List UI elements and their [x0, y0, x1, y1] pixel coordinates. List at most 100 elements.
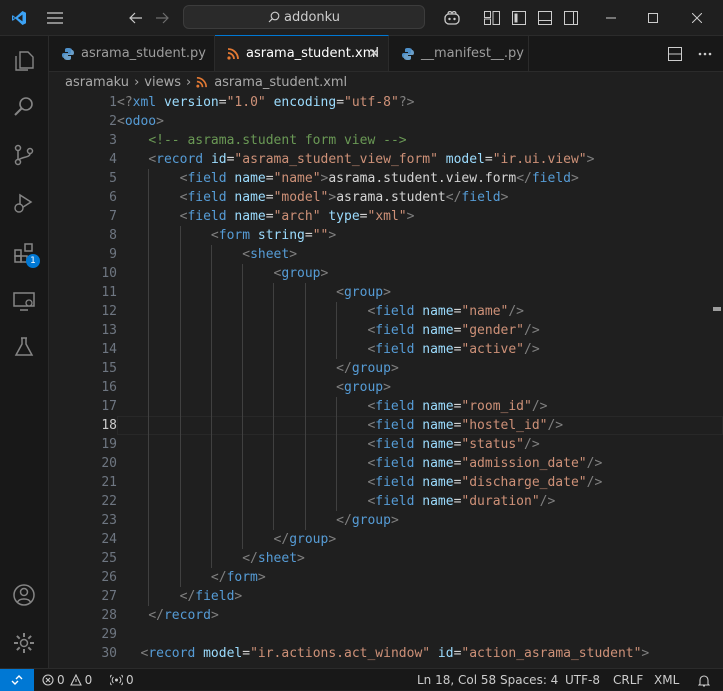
code-content: </form>: [117, 568, 266, 587]
vscode-logo-icon: [8, 0, 30, 35]
menu-icon[interactable]: [42, 0, 68, 35]
code-line[interactable]: 12 <field name="name"/>: [49, 302, 723, 321]
search-view-icon[interactable]: [0, 84, 48, 130]
more-actions-icon[interactable]: [693, 36, 717, 71]
code-line[interactable]: 17 <field name="room_id"/>: [49, 397, 723, 416]
end-of-line[interactable]: CRLF: [613, 669, 643, 691]
code-line[interactable]: 30 <record model="ir.actions.act_window"…: [49, 644, 723, 663]
manage-gear-icon[interactable]: [0, 620, 48, 666]
code-token: id: [210, 152, 227, 167]
code-line[interactable]: 26 </form>: [49, 568, 723, 587]
code-line[interactable]: 1 <?xml version="1.0" encoding="utf-8"?>: [49, 93, 723, 112]
back-arrow-icon[interactable]: [126, 0, 146, 35]
forward-arrow-icon[interactable]: [152, 0, 172, 35]
line-number: 2: [109, 114, 117, 129]
line-number: 21: [101, 475, 117, 490]
code-line[interactable]: 19 <field name="status"/>: [49, 435, 723, 454]
code-line[interactable]: 15 </group>: [49, 359, 723, 378]
code-token: "arch": [273, 209, 321, 224]
language-mode[interactable]: XML: [654, 669, 679, 691]
close-tab-icon[interactable]: ✕: [368, 46, 380, 62]
code-token: >: [383, 285, 391, 300]
code-line[interactable]: 22 <field name="duration"/>: [49, 492, 723, 511]
breadcrumb-file[interactable]: asrama_student.xml: [214, 75, 347, 90]
toggle-bottom-panel-icon[interactable]: [534, 0, 556, 35]
code-line[interactable]: 16 <group>: [49, 378, 723, 397]
code-token: field: [195, 589, 235, 604]
code-token: name: [234, 209, 266, 224]
code-line[interactable]: 14 <field name="active"/>: [49, 340, 723, 359]
code-line[interactable]: 13 <field name="gender"/>: [49, 321, 723, 340]
code-token: record: [156, 152, 204, 167]
line-number: 28: [101, 608, 117, 623]
code-line[interactable]: 11 <group>: [49, 283, 723, 302]
code-token: encoding: [273, 95, 337, 110]
code-line[interactable]: 25 </sheet>: [49, 549, 723, 568]
code-line[interactable]: 29: [49, 625, 723, 644]
close-window-icon[interactable]: [682, 0, 712, 35]
tab-manifest-py[interactable]: __manifest__.py: [389, 36, 529, 71]
extensions-icon[interactable]: 1: [0, 230, 48, 276]
testing-flask-icon[interactable]: [0, 324, 48, 370]
code-line[interactable]: 6 <field name="model">asrama.student</fi…: [49, 188, 723, 207]
encoding[interactable]: UTF-8: [565, 669, 600, 691]
tab-asrama-student-xml[interactable]: asrama_student.xml ✕: [215, 35, 389, 71]
source-control-icon[interactable]: [0, 132, 48, 178]
code-token: group: [343, 285, 384, 300]
code-line[interactable]: 2 <odoo>: [49, 112, 723, 131]
run-debug-icon[interactable]: [0, 180, 48, 226]
code-token: </: [336, 513, 352, 528]
split-editor-icon[interactable]: [663, 36, 687, 71]
problems-indicator[interactable]: 0 0: [42, 669, 92, 691]
code-token: "active": [461, 342, 525, 357]
code-line[interactable]: 4 <record id = "asrama_student_view_form" …: [49, 150, 723, 169]
code-token: />: [524, 323, 540, 338]
code-token: </: [179, 589, 196, 604]
maximize-icon[interactable]: [638, 0, 668, 35]
indentation[interactable]: Spaces: 4: [500, 669, 558, 691]
code-line[interactable]: 27 </field>: [49, 587, 723, 606]
ports-indicator[interactable]: 0: [110, 669, 134, 691]
code-line[interactable]: 18 <field name="hostel_id"/>: [49, 416, 723, 435]
code-line[interactable]: 10 <group>: [49, 264, 723, 283]
code-token: sheet: [250, 247, 290, 262]
breadcrumb-folder-asramaku[interactable]: asramaku: [65, 75, 129, 90]
toggle-primary-sidebar-icon[interactable]: [481, 0, 503, 35]
code-token: "hostel_id": [461, 418, 548, 433]
code-token: name: [422, 437, 454, 452]
code-line[interactable]: 20 <field name="admission_date"/>: [49, 454, 723, 473]
code-line[interactable]: 3 <!-- asrama.student form view -->: [49, 131, 723, 150]
accounts-icon[interactable]: [0, 572, 48, 618]
code-token: name: [422, 456, 454, 471]
tab-asrama-student-py[interactable]: asrama_student.py: [49, 36, 215, 71]
code-token: record: [163, 608, 211, 623]
code-line[interactable]: 24 </group>: [49, 530, 723, 549]
remote-explorer-icon[interactable]: [0, 278, 48, 324]
copilot-icon[interactable]: [440, 0, 464, 35]
code-line[interactable]: 23 </group>: [49, 511, 723, 530]
toggle-secondary-sidebar-icon[interactable]: [560, 0, 582, 35]
code-editor[interactable]: 1 <?xml version="1.0" encoding="utf-8"?> 2…: [49, 93, 723, 668]
code-token: field: [375, 342, 415, 357]
command-center-search[interactable]: addonku: [183, 5, 425, 29]
code-token: field: [375, 399, 415, 414]
code-line[interactable]: 21 <field name="discharge_date"/>: [49, 473, 723, 492]
code-line[interactable]: 7 <field name="arch" type="xml">: [49, 207, 723, 226]
explorer-icon[interactable]: [0, 38, 48, 84]
notifications-bell-icon[interactable]: [698, 669, 710, 691]
code-line[interactable]: 8 <form string="">: [49, 226, 723, 245]
toggle-panel-icon[interactable]: [508, 0, 530, 35]
minimize-icon[interactable]: [596, 0, 626, 35]
code-line[interactable]: 5 <field name="name">asrama.student.view…: [49, 169, 723, 188]
code-line[interactable]: 9 <sheet>: [49, 245, 723, 264]
breadcrumb-folder-views[interactable]: views: [144, 75, 181, 90]
line-number: 18: [101, 418, 117, 433]
cursor-position[interactable]: Ln 18, Col 58: [417, 669, 496, 691]
code-token: />: [524, 342, 540, 357]
code-token: "gender": [461, 323, 525, 338]
remote-indicator-icon[interactable]: [0, 669, 34, 691]
code-line[interactable]: 28 </record>: [49, 606, 723, 625]
